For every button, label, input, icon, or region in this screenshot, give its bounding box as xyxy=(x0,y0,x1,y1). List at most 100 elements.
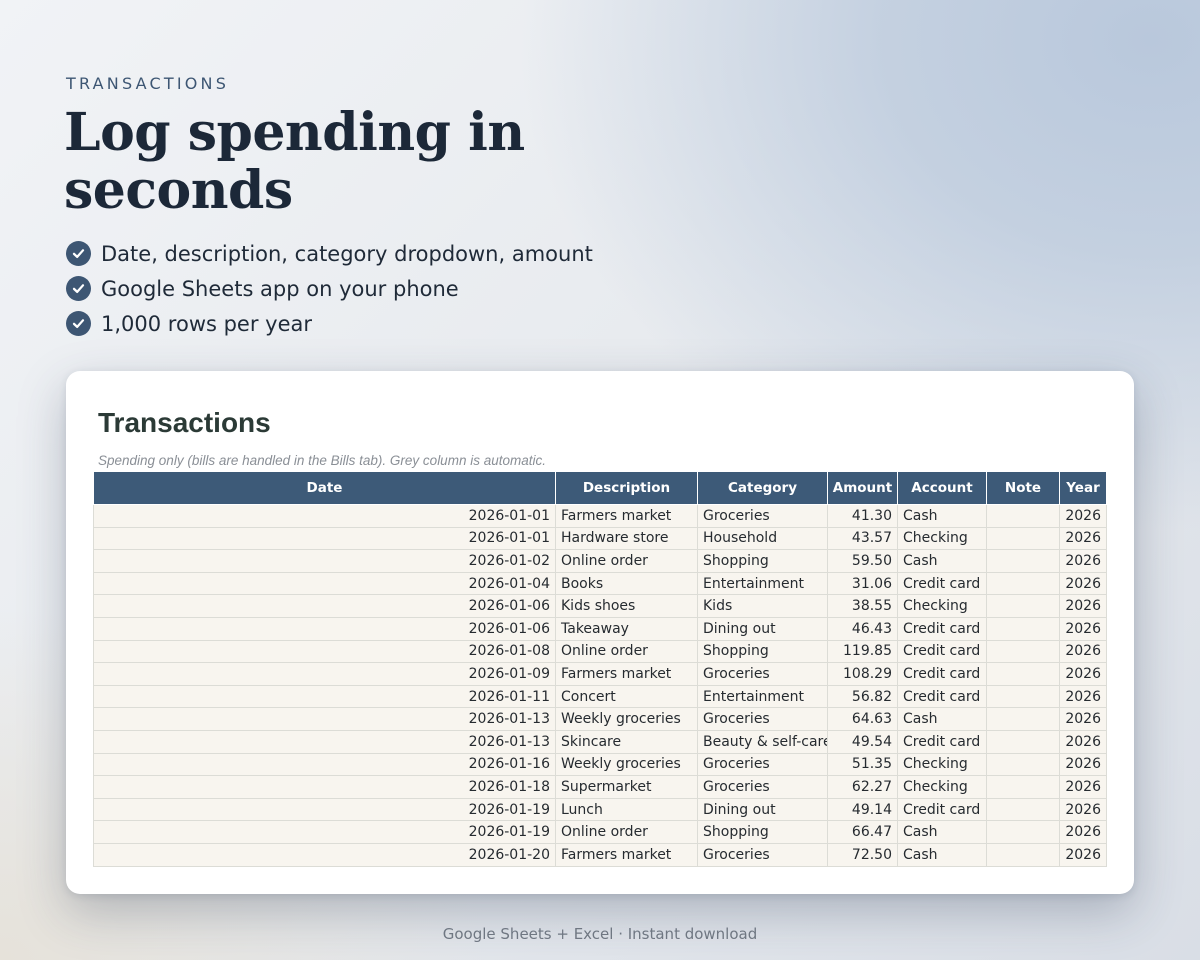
cell-note[interactable] xyxy=(986,842,1060,867)
cell-date[interactable]: 2026-01-01 xyxy=(93,526,556,551)
column-header-year[interactable]: Year xyxy=(1059,472,1107,505)
cell-amount[interactable]: 51.35 xyxy=(827,752,898,777)
cell-date[interactable]: 2026-01-19 xyxy=(93,820,556,844)
column-header-note[interactable]: Note xyxy=(986,472,1060,505)
cell-description[interactable]: Weekly groceries xyxy=(555,752,698,777)
cell-description[interactable]: Books xyxy=(555,571,698,596)
cell-category[interactable]: Entertainment xyxy=(697,684,828,709)
cell-description[interactable]: Skincare xyxy=(555,729,698,754)
cell-note[interactable] xyxy=(986,504,1060,528)
cell-date[interactable]: 2026-01-09 xyxy=(93,662,556,686)
cell-note[interactable] xyxy=(986,616,1060,641)
cell-date[interactable]: 2026-01-06 xyxy=(93,594,556,618)
cell-date[interactable]: 2026-01-04 xyxy=(93,571,556,596)
cell-category[interactable]: Shopping xyxy=(697,820,828,844)
cell-date[interactable]: 2026-01-13 xyxy=(93,707,556,731)
cell-description[interactable]: Takeaway xyxy=(555,616,698,641)
cell-date[interactable]: 2026-01-13 xyxy=(93,729,556,754)
cell-description[interactable]: Hardware store xyxy=(555,526,698,551)
cell-account[interactable]: Checking xyxy=(897,775,987,799)
cell-date[interactable]: 2026-01-18 xyxy=(93,775,556,799)
cell-category[interactable]: Kids xyxy=(697,594,828,618)
cell-date[interactable]: 2026-01-02 xyxy=(93,549,556,573)
cell-amount[interactable]: 56.82 xyxy=(827,684,898,709)
cell-category[interactable]: Beauty & self-care xyxy=(697,729,828,754)
cell-account[interactable]: Cash xyxy=(897,820,987,844)
cell-amount[interactable]: 38.55 xyxy=(827,594,898,618)
cell-amount[interactable]: 119.85 xyxy=(827,639,898,664)
cell-date[interactable]: 2026-01-06 xyxy=(93,616,556,641)
cell-note[interactable] xyxy=(986,639,1060,664)
cell-description[interactable]: Supermarket xyxy=(555,775,698,799)
cell-category[interactable]: Groceries xyxy=(697,504,828,528)
cell-amount[interactable]: 59.50 xyxy=(827,549,898,573)
cell-category[interactable]: Groceries xyxy=(697,752,828,777)
cell-description[interactable]: Farmers market xyxy=(555,504,698,528)
cell-date[interactable]: 2026-01-08 xyxy=(93,639,556,664)
cell-amount[interactable]: 43.57 xyxy=(827,526,898,551)
cell-amount[interactable]: 62.27 xyxy=(827,775,898,799)
cell-description[interactable]: Farmers market xyxy=(555,842,698,867)
cell-account[interactable]: Cash xyxy=(897,842,987,867)
cell-note[interactable] xyxy=(986,662,1060,686)
cell-category[interactable]: Dining out xyxy=(697,797,828,822)
cell-description[interactable]: Online order xyxy=(555,820,698,844)
cell-amount[interactable]: 31.06 xyxy=(827,571,898,596)
cell-account[interactable]: Cash xyxy=(897,504,987,528)
cell-date[interactable]: 2026-01-16 xyxy=(93,752,556,777)
cell-category[interactable]: Shopping xyxy=(697,639,828,664)
cell-date[interactable]: 2026-01-20 xyxy=(93,842,556,867)
column-header-description[interactable]: Description xyxy=(555,472,698,505)
cell-account[interactable]: Credit card xyxy=(897,797,987,822)
cell-account[interactable]: Credit card xyxy=(897,616,987,641)
cell-category[interactable]: Groceries xyxy=(697,707,828,731)
cell-description[interactable]: Weekly groceries xyxy=(555,707,698,731)
cell-date[interactable]: 2026-01-11 xyxy=(93,684,556,709)
cell-account[interactable]: Cash xyxy=(897,549,987,573)
cell-description[interactable]: Online order xyxy=(555,549,698,573)
cell-description[interactable]: Farmers market xyxy=(555,662,698,686)
cell-account[interactable]: Credit card xyxy=(897,729,987,754)
column-header-amount[interactable]: Amount xyxy=(827,472,898,505)
cell-amount[interactable]: 64.63 xyxy=(827,707,898,731)
cell-account[interactable]: Credit card xyxy=(897,684,987,709)
cell-note[interactable] xyxy=(986,526,1060,551)
cell-category[interactable]: Household xyxy=(697,526,828,551)
cell-note[interactable] xyxy=(986,707,1060,731)
cell-note[interactable] xyxy=(986,797,1060,822)
cell-category[interactable]: Groceries xyxy=(697,775,828,799)
cell-amount[interactable]: 49.14 xyxy=(827,797,898,822)
column-header-category[interactable]: Category xyxy=(697,472,828,505)
cell-amount[interactable]: 41.30 xyxy=(827,504,898,528)
cell-account[interactable]: Checking xyxy=(897,526,987,551)
cell-note[interactable] xyxy=(986,729,1060,754)
cell-note[interactable] xyxy=(986,571,1060,596)
cell-account[interactable]: Credit card xyxy=(897,662,987,686)
cell-amount[interactable]: 72.50 xyxy=(827,842,898,867)
cell-note[interactable] xyxy=(986,752,1060,777)
cell-account[interactable]: Credit card xyxy=(897,571,987,596)
cell-note[interactable] xyxy=(986,684,1060,709)
cell-account[interactable]: Checking xyxy=(897,594,987,618)
cell-description[interactable]: Concert xyxy=(555,684,698,709)
cell-account[interactable]: Checking xyxy=(897,752,987,777)
cell-category[interactable]: Groceries xyxy=(697,842,828,867)
cell-note[interactable] xyxy=(986,820,1060,844)
cell-description[interactable]: Kids shoes xyxy=(555,594,698,618)
cell-category[interactable]: Shopping xyxy=(697,549,828,573)
cell-date[interactable]: 2026-01-01 xyxy=(93,504,556,528)
cell-category[interactable]: Groceries xyxy=(697,662,828,686)
cell-amount[interactable]: 108.29 xyxy=(827,662,898,686)
cell-category[interactable]: Dining out xyxy=(697,616,828,641)
cell-note[interactable] xyxy=(986,594,1060,618)
cell-date[interactable]: 2026-01-19 xyxy=(93,797,556,822)
cell-amount[interactable]: 46.43 xyxy=(827,616,898,641)
column-header-date[interactable]: Date xyxy=(93,472,556,505)
cell-note[interactable] xyxy=(986,775,1060,799)
column-header-account[interactable]: Account xyxy=(897,472,987,505)
cell-note[interactable] xyxy=(986,549,1060,573)
cell-category[interactable]: Entertainment xyxy=(697,571,828,596)
cell-account[interactable]: Credit card xyxy=(897,639,987,664)
cell-description[interactable]: Lunch xyxy=(555,797,698,822)
cell-account[interactable]: Cash xyxy=(897,707,987,731)
